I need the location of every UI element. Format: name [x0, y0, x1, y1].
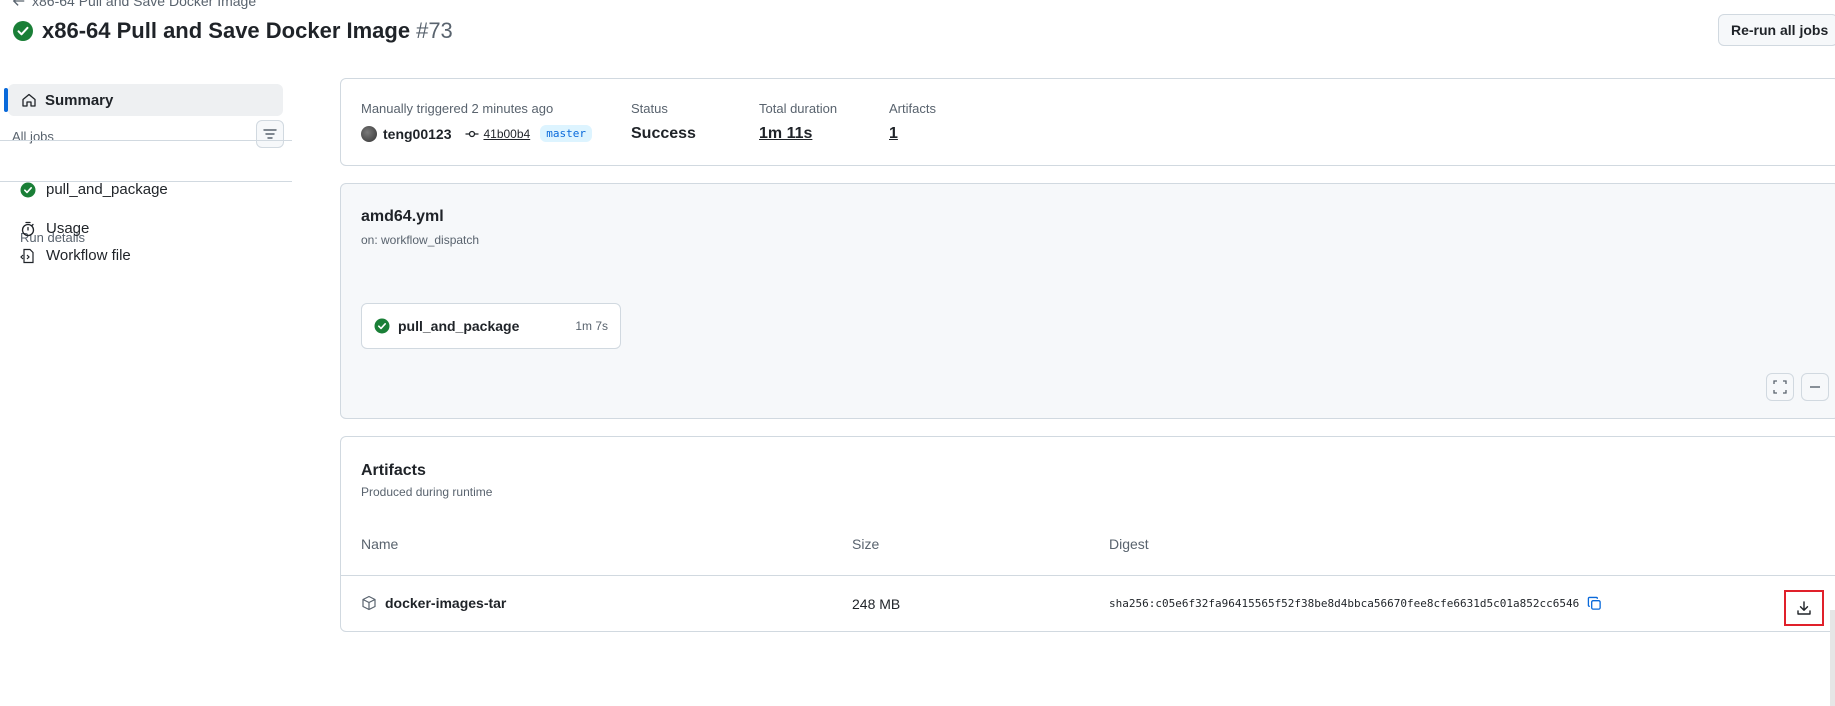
home-icon: [22, 93, 36, 107]
artifact-digest: sha256:c05e6f32fa96415565f52f38be8d4bbca…: [1109, 596, 1602, 611]
avatar[interactable]: [361, 125, 377, 142]
status-label: Status: [631, 101, 668, 116]
sidebar-item-usage[interactable]: Usage: [20, 220, 89, 237]
divider: [341, 575, 1835, 576]
sidebar-item-label: Workflow file: [46, 247, 131, 264]
workflow-graph-card: amd64.yml on: workflow_dispatch pull_and…: [340, 183, 1835, 419]
commit-link[interactable]: 41b00b4: [465, 127, 530, 141]
column-header-size: Size: [852, 536, 880, 552]
artifacts-card: Artifacts Produced during runtime Name S…: [340, 436, 1835, 632]
all-jobs-label: All jobs: [12, 129, 54, 144]
divider: [0, 181, 292, 182]
sidebar-item-workflow-file[interactable]: Workflow file: [20, 247, 131, 264]
copy-icon[interactable]: [1587, 596, 1602, 611]
download-artifact-button[interactable]: [1784, 590, 1824, 626]
sidebar-item-pull-and-package[interactable]: pull_and_package: [20, 181, 168, 198]
git-commit-icon: [465, 130, 479, 137]
artifact-size: 248 MB: [852, 596, 901, 612]
stopwatch-icon: [21, 221, 35, 236]
sidebar-item-label: Summary: [45, 91, 114, 109]
workflow-file-name: amd64.yml: [361, 208, 444, 225]
artifact-digest-value: sha256:c05e6f32fa96415565f52f38be8d4bbca…: [1109, 597, 1580, 610]
filter-icon: [263, 129, 277, 139]
run-summary-card: Manually triggered 2 minutes ago teng001…: [340, 78, 1835, 166]
artifact-name-label: docker-images-tar: [385, 595, 507, 611]
divider: [0, 140, 292, 141]
artifacts-count[interactable]: 1: [889, 125, 898, 143]
actor-info: teng00123 41b00b4 master: [361, 125, 592, 142]
branch-badge[interactable]: master: [540, 125, 592, 142]
column-header-digest: Digest: [1109, 536, 1149, 552]
column-header-name: Name: [361, 536, 399, 552]
sidebar-item-label: Usage: [46, 220, 90, 237]
actor-name[interactable]: teng00123: [383, 126, 451, 142]
fullscreen-icon: [1773, 380, 1787, 394]
job-label: pull_and_package: [46, 181, 168, 198]
artifacts-label: Artifacts: [889, 101, 936, 116]
run-title: x86-64 Pull and Save Docker Image #73: [12, 18, 453, 44]
download-icon: [1797, 601, 1811, 615]
artifact-name[interactable]: docker-images-tar: [361, 595, 506, 611]
commit-sha[interactable]: 41b00b4: [483, 127, 530, 141]
back-link-label: x86-64 Pull and Save Docker Image: [32, 0, 257, 9]
check-circle-icon: [13, 21, 33, 41]
back-link[interactable]: x86-64 Pull and Save Docker Image: [12, 0, 256, 9]
sidebar-item-summary[interactable]: Summary: [4, 84, 283, 116]
trigger-label: Manually triggered 2 minutes ago: [361, 101, 554, 116]
graph-job-node[interactable]: pull_and_package 1m 7s: [361, 303, 621, 349]
zoom-out-button[interactable]: [1801, 373, 1829, 401]
workflow-trigger: on: workflow_dispatch: [361, 233, 480, 247]
arrow-left-icon: [12, 0, 25, 6]
artifacts-title: Artifacts: [361, 462, 426, 479]
scrollbar[interactable]: [1830, 610, 1835, 706]
check-circle-icon: [374, 318, 390, 334]
check-circle-icon: [20, 182, 36, 197]
duration-label: Total duration: [759, 101, 838, 116]
graph-job-name: pull_and_package: [398, 318, 520, 334]
run-number: #73: [416, 18, 453, 43]
graph-job-duration: 1m 7s: [575, 319, 608, 333]
package-icon: [362, 595, 376, 611]
status-value: Success: [631, 125, 696, 142]
fullscreen-button[interactable]: [1766, 373, 1794, 401]
artifacts-subtitle: Produced during runtime: [361, 485, 493, 499]
file-code-icon: [20, 248, 34, 263]
duration-value[interactable]: 1m 11s: [759, 125, 812, 143]
rerun-all-jobs-button[interactable]: Re-run all jobs: [1718, 14, 1835, 46]
minus-icon: [1810, 386, 1820, 388]
filter-jobs-button[interactable]: [256, 120, 284, 148]
page-title: x86-64 Pull and Save Docker Image #73: [42, 18, 453, 43]
